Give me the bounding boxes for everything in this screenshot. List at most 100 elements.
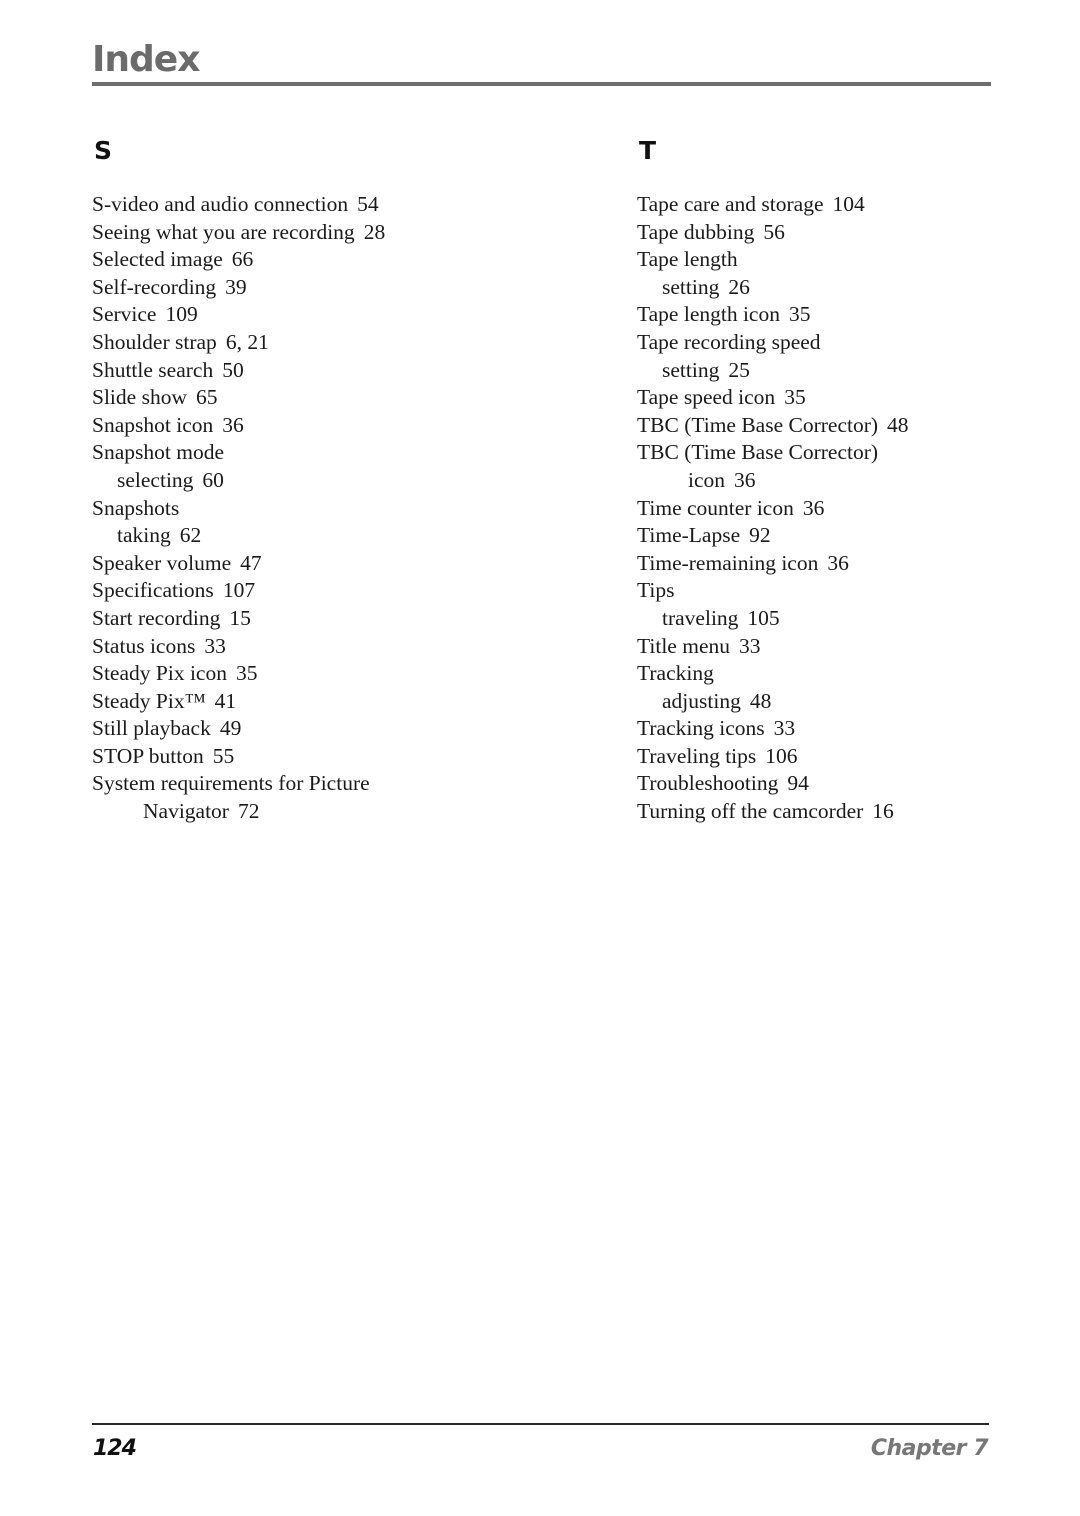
entry-page-ref: 50 <box>222 357 244 382</box>
entry-page-ref: 54 <box>357 192 379 216</box>
entry-page-ref: 104 <box>832 192 865 216</box>
entry-page-ref: 33 <box>773 716 796 741</box>
entry-term: STOP button <box>92 743 204 768</box>
index-entry: Tape length icon 35 <box>637 301 1017 329</box>
index-subentry: selecting 60 <box>92 467 592 495</box>
entry-page-ref: 35 <box>788 302 811 327</box>
entry-page-ref: 41 <box>214 688 237 713</box>
entry-page-ref: 36 <box>802 495 825 520</box>
entry-term: Shuttle search <box>92 357 214 382</box>
entry-page-ref: 66 <box>231 247 254 272</box>
index-subentry: setting 25 <box>637 357 1017 385</box>
index-entry: S-video and audio connection 54 <box>92 191 592 219</box>
index-entries: Tape care and storage 104 Tape dubbing 56 Ta… <box>637 191 1017 826</box>
entry-term: Slide show <box>92 385 187 410</box>
entry-term: traveling <box>662 605 739 630</box>
index-entry: Tape dubbing 56 <box>637 219 1017 247</box>
index-entry: Title menu 33 <box>637 633 1017 661</box>
entry-term: Start recording <box>92 605 221 630</box>
index-entry: Shuttle search 50 <box>92 357 592 385</box>
index-entry: System requirements for Picture <box>92 770 592 798</box>
entry-term: Specifications <box>92 578 214 603</box>
chapter-label: Chapter 7 <box>870 1436 989 1461</box>
entry-term: Time-remaining icon <box>637 550 819 575</box>
entry-term: adjusting <box>662 688 741 713</box>
entry-term: Tape length <box>637 247 738 272</box>
entry-page-ref: 56 <box>763 219 785 244</box>
index-entry: Tips <box>637 577 1017 605</box>
index-entry: Service 109 <box>92 301 592 329</box>
index-entry: Time counter icon 36 <box>637 495 1017 523</box>
entry-term: Troubleshooting <box>637 771 779 796</box>
index-entry: Tape speed icon 35 <box>637 384 1017 412</box>
header-rule <box>92 82 991 86</box>
index-subentry: adjusting 48 <box>637 688 1017 716</box>
entry-term: Tape length icon <box>637 302 780 327</box>
entry-term: Tape recording speed <box>637 329 821 354</box>
entry-page-ref: 39 <box>225 274 247 299</box>
index-entry: Seeing what you are recording 28 <box>92 219 592 247</box>
entry-page-ref: 107 <box>222 578 256 603</box>
index-entry: Snapshot icon 36 <box>92 412 592 440</box>
entry-term: Snapshot mode <box>92 440 224 465</box>
entry-term: Traveling tips <box>637 743 757 768</box>
entry-term: Steady Pix™ <box>92 688 206 713</box>
entry-page-ref: 94 <box>787 771 809 796</box>
index-section-t: T Tape care and storage 104 Tape dubbing 56… <box>637 136 1017 826</box>
entry-term: setting <box>662 357 720 382</box>
index-entry: Tracking <box>637 660 1017 688</box>
index-entry: Troubleshooting 94 <box>637 770 1017 798</box>
index-entry: Snapshots <box>92 495 592 523</box>
entry-term: Shoulder strap <box>92 329 217 354</box>
index-entry: Steady Pix™ 41 <box>92 688 592 716</box>
page-number: 124 <box>93 1436 137 1461</box>
entry-term: selecting <box>117 467 194 492</box>
index-entry: Specifications 107 <box>92 577 592 605</box>
entry-term: Tracking icons <box>637 716 765 741</box>
index-entries: S-video and audio connection 54 Seeing wha… <box>92 191 592 826</box>
entry-page-ref: 36 <box>827 550 849 575</box>
index-entry: Still playback 49 <box>92 715 592 743</box>
page-title: Index <box>92 39 200 80</box>
entry-term: Snapshots <box>92 495 180 520</box>
index-entry: Turning off the camcorder 16 <box>637 798 1017 826</box>
index-subentry: setting 26 <box>637 274 1017 302</box>
entry-term: Navigator <box>143 799 229 824</box>
entry-term: TBC (Time Base Corrector) <box>637 440 879 465</box>
entry-page-ref: 33 <box>738 633 761 658</box>
entry-page-ref: 55 <box>212 743 235 768</box>
entry-page-ref: 25 <box>728 357 750 382</box>
entry-page-ref: 6, 21 <box>225 329 269 354</box>
entry-page-ref: 15 <box>229 605 251 630</box>
entry-term: Tape dubbing <box>637 219 755 244</box>
index-entry: STOP button 55 <box>92 743 592 771</box>
index-entry: Time-Lapse 92 <box>637 522 1017 550</box>
index-entry: TBC (Time Base Corrector) 48 <box>637 412 1017 440</box>
index-entry: Tape recording speed <box>637 329 1017 357</box>
entry-page-ref: 36 <box>222 412 244 437</box>
entry-page-ref: 48 <box>749 688 772 713</box>
index-entry: Time-remaining icon 36 <box>637 550 1017 578</box>
entry-term: System requirements for Picture <box>92 771 370 796</box>
footer-rule <box>92 1423 989 1425</box>
entry-term: Selected image <box>92 247 223 272</box>
entry-page-ref: 109 <box>165 302 198 327</box>
entry-page-ref: 62 <box>179 523 202 548</box>
entry-term: Tape care and storage <box>637 192 824 216</box>
entry-term: Tracking <box>637 661 714 686</box>
entry-page-ref: 26 <box>728 274 750 299</box>
index-entry: Status icons 33 <box>92 633 592 661</box>
index-entry: Selected image 66 <box>92 246 592 274</box>
entry-term: TBC (Time Base Corrector) <box>637 412 879 437</box>
index-entry: Start recording 15 <box>92 605 592 633</box>
entry-page-ref: 72 <box>237 799 260 824</box>
index-subentry: taking 62 <box>92 522 592 550</box>
entry-page-ref: 106 <box>765 743 798 768</box>
entry-term: Tips <box>637 578 675 603</box>
index-subentry: traveling 105 <box>637 605 1017 633</box>
entry-term: Turning off the camcorder <box>637 799 864 824</box>
entry-page-ref: 36 <box>734 467 756 492</box>
entry-page-ref: 48 <box>887 412 909 437</box>
entry-page-ref: 105 <box>747 605 780 630</box>
index-entry: Slide show 65 <box>92 384 592 412</box>
